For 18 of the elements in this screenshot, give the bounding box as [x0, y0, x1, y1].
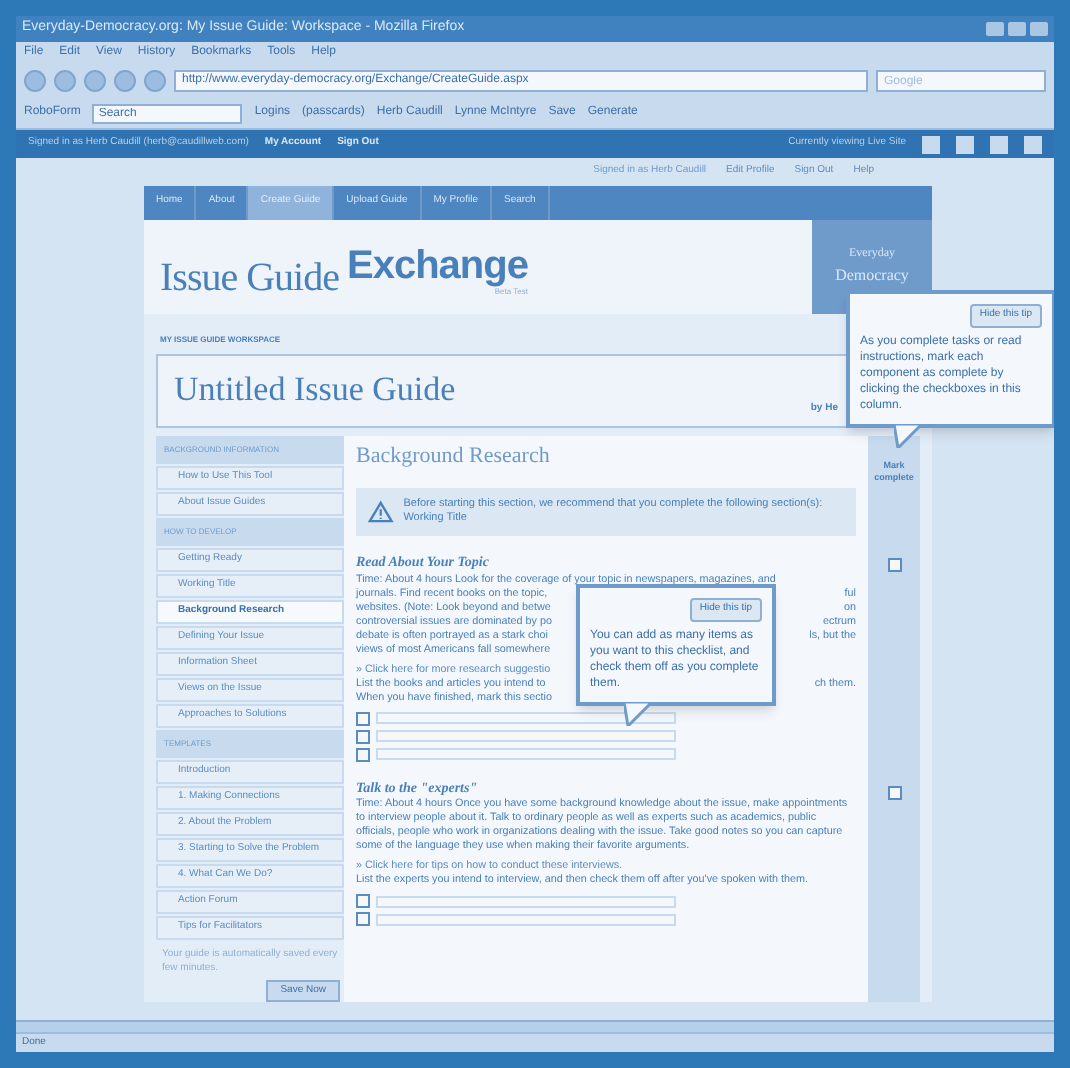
- checkbox[interactable]: [356, 747, 370, 761]
- section-title: Background Research: [356, 441, 552, 471]
- checklist-input[interactable]: [376, 913, 676, 925]
- checklist-input[interactable]: [376, 748, 676, 760]
- horizontal-scrollbar[interactable]: [16, 1020, 1054, 1032]
- warning-icon: [368, 500, 394, 524]
- checkbox[interactable]: [356, 729, 370, 743]
- complete-checkbox[interactable]: [887, 785, 901, 799]
- logo-text: Issue Guide: [160, 257, 339, 297]
- checklist-input[interactable]: [376, 895, 676, 907]
- checkbox[interactable]: [356, 894, 370, 908]
- complete-checkbox[interactable]: [887, 557, 901, 571]
- checkbox[interactable]: [356, 912, 370, 926]
- checkbox[interactable]: [356, 711, 370, 725]
- org-name: Democracy: [835, 263, 909, 287]
- guide-title: Untitled Issue Guide: [174, 368, 456, 413]
- checklist-input[interactable]: [376, 730, 676, 742]
- logo-text: Exchange: [346, 245, 528, 285]
